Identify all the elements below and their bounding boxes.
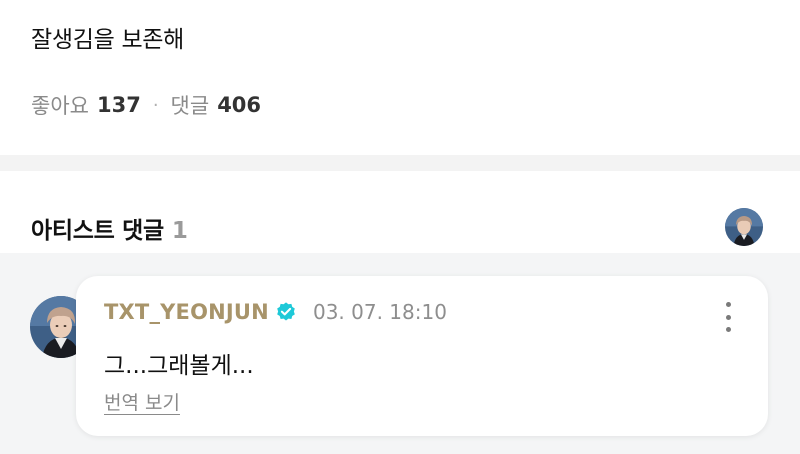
artist-comments-title: 아티스트 댓글 1 [31, 211, 188, 245]
translate-link[interactable]: 번역 보기 [104, 388, 180, 415]
more-dot [725, 327, 731, 332]
artist-comments-header: 아티스트 댓글 1 [0, 171, 800, 253]
comments-count[interactable]: 406 [217, 93, 261, 117]
comment-text: 그...그래볼게... [104, 353, 254, 379]
comments-label[interactable]: 댓글 [171, 90, 210, 120]
artist-comments-section: 아티스트 댓글 1 TXT_YEONJUN 03. 07. 18:10 그...… [0, 171, 800, 454]
more-vertical-icon[interactable] [718, 302, 738, 332]
section-divider [0, 155, 800, 171]
more-dot [725, 302, 731, 307]
post-card: 잘생김을 보존해 좋아요 137 · 댓글 406 [0, 0, 800, 155]
artist-comments-title-label: 아티스트 댓글 [31, 218, 164, 244]
artist-avatar-icon[interactable] [725, 208, 763, 246]
post-text: 잘생김을 보존해 [31, 27, 185, 53]
more-dot [725, 314, 731, 320]
stats-separator: · [152, 94, 159, 116]
artist-comments-count: 1 [171, 218, 188, 244]
likes-label[interactable]: 좋아요 [31, 90, 89, 120]
post-stats: 좋아요 137 · 댓글 406 [31, 90, 261, 120]
comment-author[interactable]: TXT_YEONJUN [104, 300, 269, 324]
verified-check-icon [275, 301, 297, 323]
comment-meta: TXT_YEONJUN 03. 07. 18:10 [104, 300, 447, 324]
comment-bubble: TXT_YEONJUN 03. 07. 18:10 그...그래볼게... 번역… [76, 276, 768, 436]
comment-timestamp: 03. 07. 18:10 [312, 300, 447, 324]
likes-count[interactable]: 137 [97, 93, 141, 117]
artist-comment-item: TXT_YEONJUN 03. 07. 18:10 그...그래볼게... 번역… [0, 253, 800, 454]
